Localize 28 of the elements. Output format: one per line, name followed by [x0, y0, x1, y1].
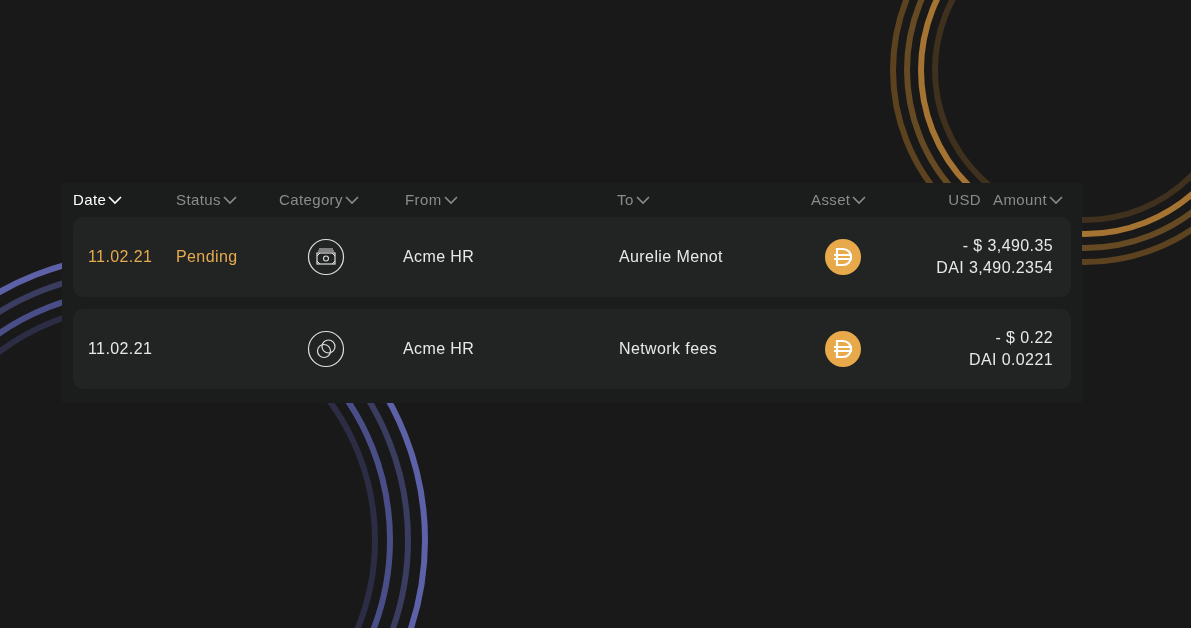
column-header[interactable]: Amount: [993, 188, 1063, 212]
token-amount: DAI 0.0221: [968, 350, 1053, 370]
column-header[interactable]: Category: [279, 188, 405, 212]
unit-label: USD: [948, 189, 982, 210]
date-text: 11.02.21: [88, 248, 153, 265]
recipient-text: Network fees: [619, 340, 718, 357]
column-header[interactable]: To: [617, 188, 811, 212]
sender-text: Acme HR: [403, 340, 475, 357]
column-header[interactable]: From: [405, 188, 617, 212]
chevron-down-icon: [344, 195, 359, 205]
date-text: 11.02.21: [88, 340, 153, 357]
transaction-row[interactable]: 11.02.21 Pending Acme HR Aurelie Menot - $ 3,490.35 DAI 3,490.2354: [73, 217, 1071, 297]
chevron-down-icon: [108, 195, 123, 205]
transaction-row[interactable]: 11.02.21 Acme HR Network fees - $ 0.22 DAI 0.0221: [73, 309, 1071, 389]
chevron-down-icon: [1049, 195, 1063, 205]
chevron-down-icon: [443, 195, 458, 205]
column-header[interactable]: Date: [73, 188, 176, 212]
status-text: Pending: [176, 248, 238, 265]
chevron-down-icon: [222, 195, 237, 205]
column-header[interactable]: Asset: [811, 188, 921, 212]
sender-text: Acme HR: [403, 248, 475, 265]
column-header[interactable]: Status: [176, 188, 279, 212]
chevron-down-icon: [635, 195, 650, 205]
chevron-down-icon: [852, 195, 867, 205]
recipient-text: Aurelie Menot: [619, 248, 723, 265]
usd-amount: - $ 0.22: [995, 328, 1053, 348]
token-amount: DAI 3,490.2354: [936, 258, 1053, 278]
usd-amount: - $ 3,490.35: [962, 236, 1053, 256]
